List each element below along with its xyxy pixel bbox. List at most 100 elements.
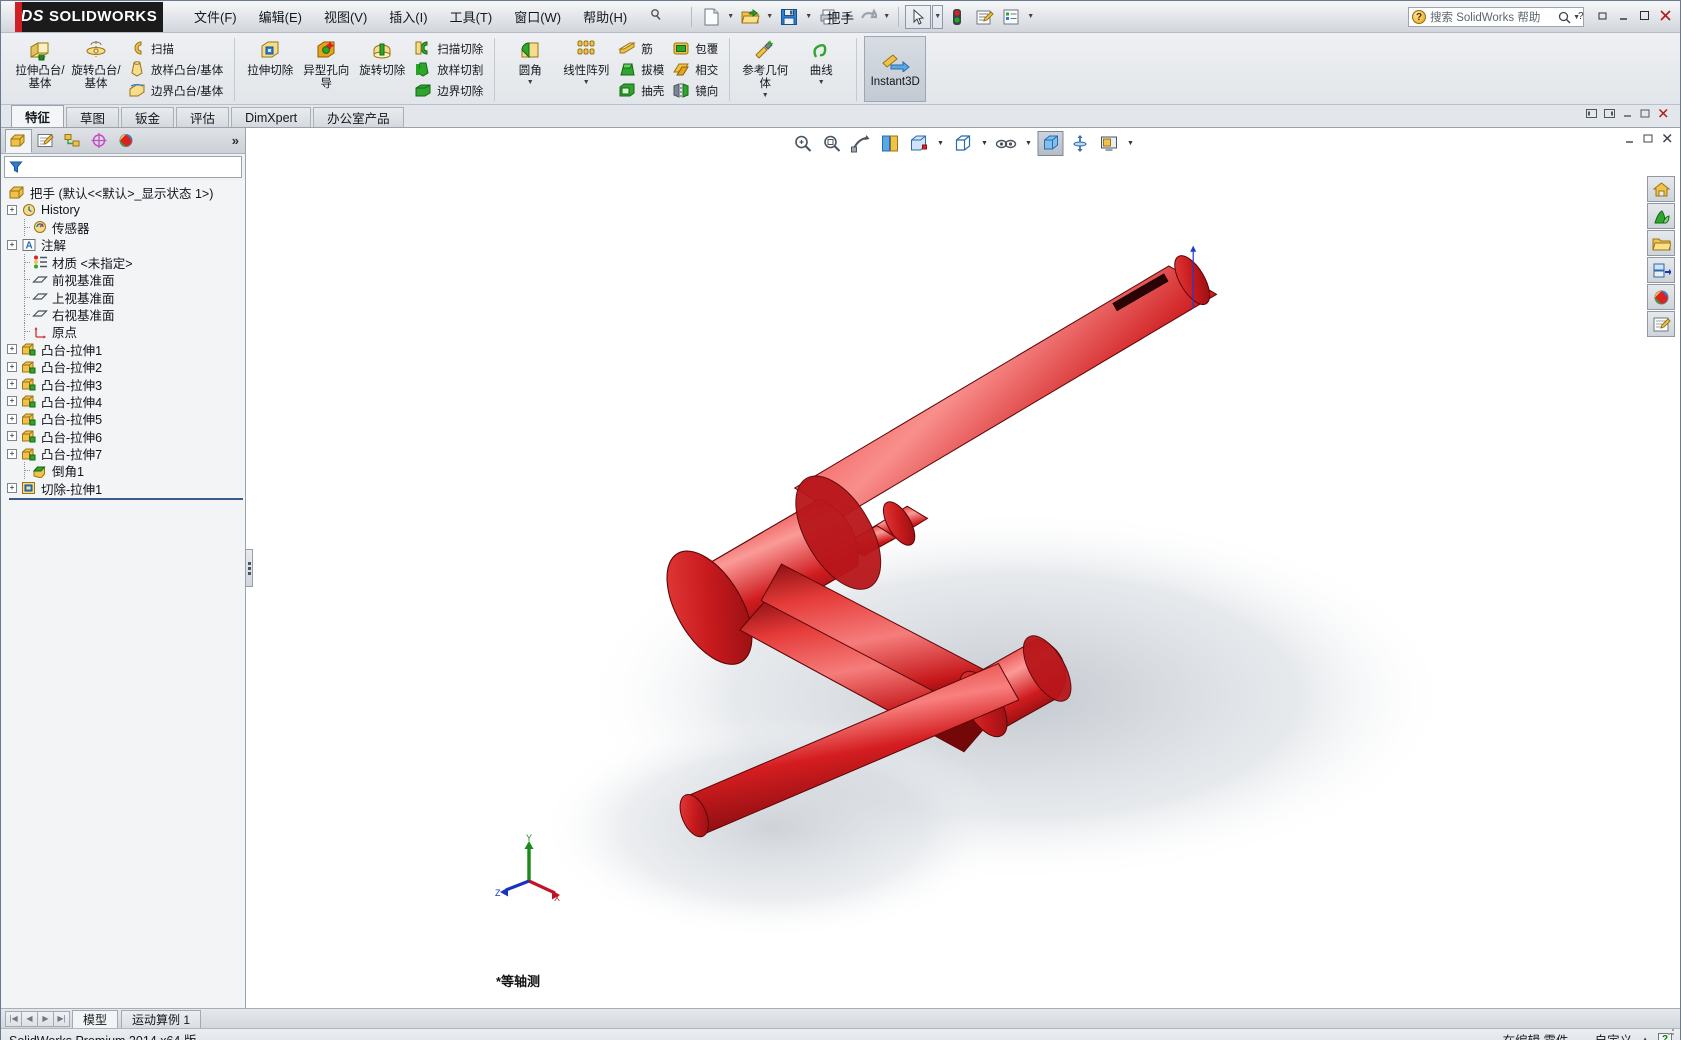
menu-insert[interactable]: 插入(I) [380, 3, 436, 30]
3d-model-view[interactable] [246, 128, 1680, 1008]
lofted-boss-button[interactable]: 放样凸台/基体 [124, 59, 227, 80]
boundary-boss-button[interactable]: 边界凸台/基体 [124, 80, 227, 101]
feature-tree-rollback-bar[interactable] [9, 498, 243, 501]
expand-toggle-icon[interactable]: + [7, 413, 17, 424]
section-view-icon[interactable] [877, 131, 903, 156]
open-document-icon[interactable] [737, 5, 763, 29]
expand-toggle-icon[interactable]: + [7, 448, 17, 459]
expand-toggle-icon[interactable]: + [7, 396, 17, 407]
configuration-manager-tab[interactable] [59, 129, 86, 153]
curves-caret-icon[interactable]: ▼ [818, 79, 825, 86]
save-icon[interactable] [776, 5, 802, 29]
sheet-tab-motion-study[interactable]: 运动算例 1 [121, 1009, 202, 1028]
edit-appearance-icon[interactable] [1037, 131, 1064, 156]
search-icon[interactable] [1558, 11, 1571, 24]
previous-view-icon[interactable] [848, 131, 874, 156]
tree-item-boss-extrude-6[interactable]: + 凸台-拉伸6 [7, 427, 245, 445]
cmdmgr-maximize-icon[interactable] [1603, 107, 1616, 125]
restore-app-button[interactable] [1593, 6, 1611, 24]
tree-item-boss-extrude-1[interactable]: + 凸台-拉伸1 [7, 341, 245, 358]
hide-show-caret-icon[interactable]: ▼ [1023, 131, 1035, 156]
cmdmgr-minimize-icon[interactable] [1621, 107, 1634, 125]
zoom-to-fit-icon[interactable] [790, 131, 816, 156]
swept-boss-button[interactable]: 扫描 [124, 38, 227, 59]
maximize-button[interactable] [1635, 6, 1653, 24]
boundary-cut-button[interactable]: 边界切除 [410, 80, 487, 101]
feature-tree[interactable]: 把手 (默认<<默认>_显示状态 1>) + History 传感器 + A 注… [1, 180, 245, 1008]
swept-cut-button[interactable]: 扫描切除 [410, 38, 487, 59]
sheet-tab-model[interactable]: 模型 [72, 1009, 119, 1028]
view-settings-caret-icon[interactable]: ▼ [1125, 131, 1137, 156]
view-settings-icon[interactable] [1096, 131, 1122, 156]
expand-toggle-icon[interactable]: + [7, 378, 17, 389]
mirror-button[interactable]: 镜向 [668, 80, 722, 101]
instant3d-toggle[interactable]: Instant3D [864, 36, 927, 102]
nav-prev-icon[interactable]: ◀ [21, 1010, 38, 1027]
tab-dimxpert[interactable]: DimXpert [231, 107, 312, 127]
graphics-area[interactable]: ▼ ▼ ▼ ▼ Y X Z *等轴测 [246, 128, 1680, 1008]
view-orientation-icon[interactable] [906, 131, 932, 156]
appearances-scenes-icon[interactable] [1647, 284, 1675, 310]
menu-help[interactable]: 帮助(H) [574, 3, 636, 30]
expand-toggle-icon[interactable]: + [7, 239, 17, 250]
tab-sheet-metal[interactable]: 钣金 [121, 107, 175, 127]
zoom-to-area-icon[interactable] [819, 131, 845, 156]
file-properties-icon[interactable] [971, 5, 997, 29]
panel-splitter[interactable] [244, 128, 254, 1008]
view-palette-icon[interactable] [1647, 257, 1675, 283]
nav-next-icon[interactable]: ▶ [37, 1010, 54, 1027]
pin-menu-icon[interactable] [640, 4, 672, 29]
apply-scene-icon[interactable] [1067, 131, 1093, 156]
fillet-button[interactable]: 圆角 [502, 35, 558, 78]
rebuild-icon[interactable] [944, 5, 970, 29]
view-orientation-caret-icon[interactable]: ▼ [935, 131, 947, 156]
tree-item-boss-extrude-3[interactable]: + 凸台-拉伸3 [7, 375, 245, 393]
lofted-cut-button[interactable]: 放样切割 [410, 59, 487, 80]
close-button[interactable] [1656, 6, 1674, 24]
select-caret-icon[interactable]: ▼ [932, 4, 944, 29]
status-custom-caret-icon[interactable]: ▲ [1641, 1035, 1649, 1040]
display-style-icon[interactable] [950, 131, 976, 156]
shell-button[interactable]: 抽壳 [614, 80, 668, 101]
draft-button[interactable]: 拔模 [614, 59, 668, 80]
options-icon[interactable] [998, 5, 1024, 29]
splitter-grip[interactable] [245, 549, 253, 587]
tree-item-annotations[interactable]: + A 注解 [7, 236, 245, 253]
nav-first-icon[interactable]: |◀ [5, 1010, 22, 1027]
tree-item-chamfer-1[interactable]: 倒角1 [7, 462, 245, 479]
gfx-restore-icon[interactable] [1642, 132, 1655, 150]
select-arrow-icon[interactable] [905, 4, 932, 29]
tree-item-material[interactable]: 材质 <未指定> [7, 253, 245, 271]
revolved-boss-base-button[interactable]: 旋转凸台/基体 [68, 35, 124, 91]
rib-button[interactable]: 筋 [614, 38, 668, 59]
menu-tools[interactable]: 工具(T) [441, 3, 502, 30]
extruded-boss-base-button[interactable]: 拉伸凸台/基体 [12, 35, 68, 91]
open-document-caret-icon[interactable]: ▼ [764, 5, 775, 29]
cmdmgr-close-icon[interactable] [1657, 107, 1670, 125]
curves-button[interactable]: 曲线 [793, 35, 849, 78]
new-document-icon[interactable] [698, 5, 724, 29]
tab-evaluate[interactable]: 评估 [176, 107, 230, 127]
menu-window[interactable]: 窗口(W) [505, 3, 570, 30]
expand-toggle-icon[interactable]: + [7, 483, 17, 494]
tree-item-history[interactable]: + History [7, 201, 245, 218]
dimxpert-manager-tab[interactable] [86, 129, 113, 153]
tree-item-boss-extrude-4[interactable]: + 凸台-拉伸4 [7, 393, 245, 410]
cmdmgr-restore-icon[interactable] [1585, 107, 1598, 125]
expand-toggle-icon[interactable]: + [7, 344, 17, 355]
options-caret-icon[interactable]: ▼ [1025, 5, 1036, 29]
linear-pattern-caret-icon[interactable]: ▼ [583, 79, 590, 86]
print-caret-icon[interactable]: ▼ [842, 5, 853, 29]
nav-last-icon[interactable]: ▶| [53, 1010, 70, 1027]
feature-tree-filter-input[interactable] [4, 156, 242, 178]
hole-wizard-button[interactable]: 异型孔向导 [298, 35, 354, 91]
tree-item-sensors[interactable]: 传感器 [7, 218, 245, 236]
file-explorer-icon[interactable] [1647, 230, 1675, 256]
tab-sketch[interactable]: 草图 [66, 107, 120, 127]
reference-geometry-caret-icon[interactable]: ▼ [762, 92, 769, 99]
custom-properties-icon[interactable] [1647, 311, 1675, 337]
tree-item-boss-extrude-7[interactable]: + 凸台-拉伸7 [7, 445, 245, 462]
expand-toggle-icon[interactable]: + [7, 205, 17, 216]
tree-item-right-plane[interactable]: 右视基准面 [7, 305, 245, 323]
menu-view[interactable]: 视图(V) [315, 3, 376, 30]
